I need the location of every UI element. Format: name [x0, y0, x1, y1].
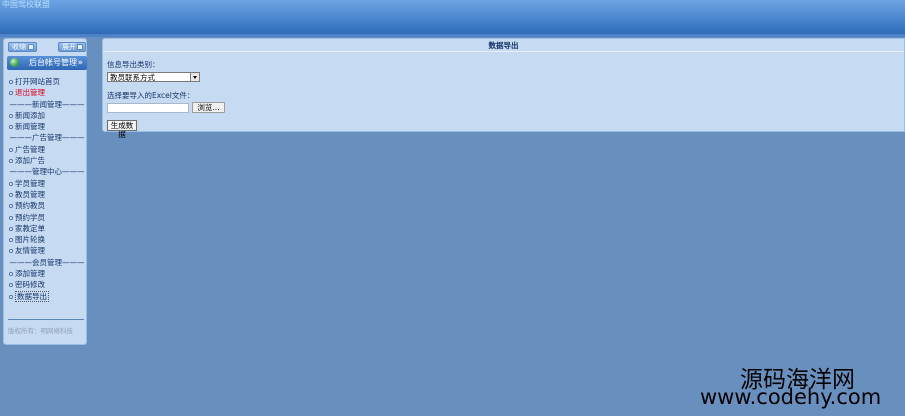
site-title: 中国驾校联盟 — [2, 0, 50, 9]
dropdown-arrow-icon[interactable] — [190, 73, 199, 81]
copyright-text: 版权所有：明网络科技 — [8, 327, 73, 335]
sidebar-item-label: 新闻管理 — [15, 122, 45, 132]
sidebar-item-label: 添加广告 — [15, 156, 45, 166]
export-type-value: 教员联系方式 — [110, 73, 155, 82]
sidebar-item[interactable]: 友情管理 — [9, 245, 85, 256]
collapse-icon — [28, 44, 34, 50]
bullet-icon — [9, 192, 13, 197]
sidebar-item-label: 教员管理 — [15, 189, 45, 199]
sidebar-item[interactable]: 添加广告 — [9, 155, 85, 166]
sidebar-item[interactable]: 新闻管理 — [9, 121, 85, 132]
sidebar-item-label: 打开网站首页 — [15, 77, 60, 86]
expand-label: 展开 — [62, 43, 76, 51]
bullet-icon — [9, 272, 13, 277]
bullet-icon — [9, 249, 13, 254]
bullet-icon — [9, 238, 13, 243]
watermark-en: www.codehy.com — [700, 385, 882, 409]
bullet-icon — [9, 283, 13, 288]
sidebar-item-label: 友情管理 — [15, 246, 45, 256]
bullet-icon — [9, 294, 13, 299]
sidebar-toolbar: 收缩 展开 — [8, 42, 86, 52]
sidebar-item[interactable]: 家教定单 — [9, 223, 85, 234]
bullet-icon — [9, 181, 13, 186]
export-type-label: 信息导出类别： — [107, 60, 160, 69]
sidebar-item-label: 预约教员 — [15, 201, 45, 211]
bullet-icon — [9, 204, 13, 209]
footer-divider — [8, 319, 84, 320]
sidebar-item[interactable]: 密码修改 — [9, 279, 85, 290]
bullet-icon — [9, 91, 13, 96]
sidebar-item-label: 学员管理 — [15, 178, 45, 188]
double-chevron-right-icon: » — [77, 58, 83, 68]
sidebar-item[interactable]: 学员管理 — [9, 178, 85, 189]
expand-icon — [77, 44, 83, 50]
sidebar-item[interactable]: 图片轮换 — [9, 234, 85, 245]
bullet-icon — [9, 215, 13, 220]
bullet-icon — [9, 113, 13, 118]
menu-group-header[interactable]: 后台帐号管理 » — [7, 56, 87, 70]
generate-data-button[interactable]: 生成数据 — [107, 120, 137, 139]
browse-button[interactable]: 浏览... — [192, 102, 225, 113]
sidebar-item-label: 密码修改 — [15, 280, 45, 290]
sidebar-section-header: ———广告管理——— — [9, 133, 85, 143]
sidebar-item-label: 预约学员 — [15, 212, 45, 222]
sidebar-item[interactable]: 预约教员 — [9, 200, 85, 211]
sidebar-item-label: 图片轮换 — [15, 235, 45, 245]
bullet-icon — [9, 159, 13, 164]
sidebar-item[interactable]: 退出管理 — [9, 87, 85, 98]
sidebar-item-label: 数据导出 — [15, 290, 49, 302]
panel-title: 数据导出 — [103, 39, 904, 52]
bullet-icon — [9, 125, 13, 130]
sidebar-section-header: ———会员管理——— — [9, 257, 85, 267]
excel-file-input[interactable] — [107, 103, 189, 113]
sidebar-item[interactable]: 新闻添加 — [9, 110, 85, 121]
collapse-button[interactable]: 收缩 — [8, 42, 37, 52]
bullet-icon — [9, 80, 13, 84]
sidebar-menu: 打开网站首页 退出管理 ———新闻管理——— 新闻添加新闻管理 ———广告管理——— 广告… — [9, 76, 85, 302]
sidebar-item[interactable]: 教员管理 — [9, 189, 85, 200]
sidebar-item-label: 新闻添加 — [15, 110, 45, 120]
sidebar-item[interactable]: 广告管理 — [9, 144, 85, 155]
sidebar-item-label: 家教定单 — [15, 223, 45, 233]
bullet-icon — [9, 226, 13, 231]
sidebar-section-header: ———新闻管理——— — [9, 99, 85, 109]
top-divider — [0, 34, 905, 37]
sidebar: 收缩 展开 后台帐号管理 » 打开网站首页 退出管理 ———新闻管理——— 新闻添加新… — [3, 38, 87, 345]
bullet-icon — [9, 147, 13, 152]
sidebar-item[interactable]: 添加管理 — [9, 268, 85, 279]
top-banner: 中国驾校联盟 — [0, 0, 905, 34]
sidebar-item[interactable]: 预约学员 — [9, 212, 85, 223]
export-type-select[interactable]: 教员联系方式 — [107, 72, 200, 82]
globe-icon — [10, 58, 19, 67]
sidebar-item[interactable]: 数据导出 — [9, 290, 85, 302]
excel-file-label: 选择要导入的Excel文件： — [107, 91, 195, 100]
expand-button[interactable]: 展开 — [58, 42, 86, 52]
export-panel: 数据导出 信息导出类别： 教员联系方式 选择要导入的Excel文件： 浏览...… — [102, 38, 905, 139]
sidebar-section-header: ———管理中心——— — [9, 167, 85, 177]
sidebar-item[interactable]: 打开网站首页 — [9, 76, 85, 87]
sidebar-item-label: 广告管理 — [15, 144, 45, 154]
sidebar-item-label: 添加管理 — [15, 269, 45, 279]
collapse-label: 收缩 — [12, 43, 26, 51]
menu-group-title: 后台帐号管理 — [29, 58, 77, 67]
sidebar-item-label: 退出管理 — [15, 88, 45, 98]
